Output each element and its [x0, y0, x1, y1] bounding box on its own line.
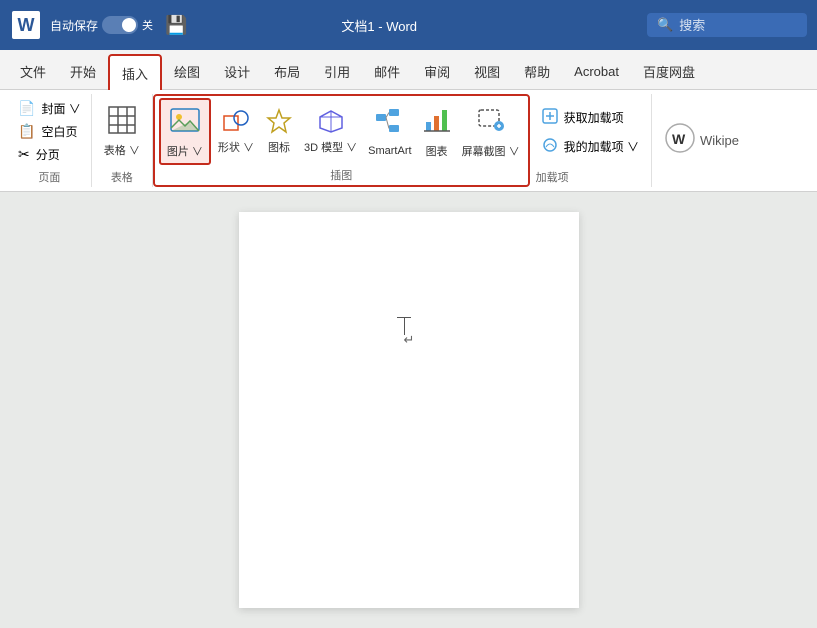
blank-page-button[interactable]: 📋 空白页 [14, 121, 85, 142]
smartart-icon [375, 106, 405, 143]
table-button[interactable]: 表格 ∨ [98, 101, 146, 162]
icon-icon [266, 108, 292, 138]
cursor-symbol: ↵ [404, 332, 415, 348]
autosave-toggle[interactable] [102, 16, 138, 34]
picture-button[interactable]: 图片 ∨ [159, 98, 211, 165]
table-icon [107, 105, 137, 140]
page-break-button[interactable]: ✂ 分页 [14, 144, 85, 165]
3dmodel-icon [318, 108, 344, 138]
word-logo-icon: W [12, 11, 40, 39]
word-logo: W [10, 9, 42, 41]
tab-file[interactable]: 文件 [8, 53, 58, 89]
picture-icon [169, 104, 201, 141]
tab-help[interactable]: 帮助 [512, 53, 562, 89]
group-table: 表格 ∨ 表格 [92, 94, 153, 187]
blank-label: 空白页 [41, 123, 77, 140]
smartart-button[interactable]: SmartArt [364, 102, 415, 161]
pages-items: 📄 封面 ∨ 📋 空白页 ✂ 分页 [14, 96, 85, 167]
shape-button[interactable]: 形状 ∨ [213, 105, 259, 158]
document-title: 文档1 - Word [119, 16, 639, 35]
get-addins-button[interactable]: 获取加载项 [536, 106, 645, 129]
tab-design[interactable]: 设计 [212, 53, 262, 89]
icon-button[interactable]: 图标 [261, 105, 297, 158]
tab-layout[interactable]: 布局 [262, 53, 312, 89]
get-addins-icon [542, 108, 558, 127]
ribbon-content: 📄 封面 ∨ 📋 空白页 ✂ 分页 页面 [0, 90, 817, 192]
group-addins: 获取加载项 我的加载项 ∨ 加载项 [530, 94, 652, 187]
tab-review[interactable]: 审阅 [412, 53, 462, 89]
break-icon: ✂ [18, 146, 30, 163]
my-addins-button[interactable]: 我的加载项 ∨ [536, 135, 645, 158]
ribbon-tabs: 文件 开始 插入 绘图 设计 布局 引用 邮件 审阅 视图 帮助 Acrobat… [0, 50, 817, 90]
svg-text:W: W [672, 131, 686, 147]
page-group-items: 📄 封面 ∨ 📋 空白页 ✂ 分页 [14, 98, 85, 165]
chart-label: 图表 [426, 143, 448, 159]
title-bar: W 自动保存 关 💾 文档1 - Word 🔍 [0, 0, 817, 50]
wikipedia-area: W Wikipe [652, 94, 747, 187]
chart-icon [422, 104, 452, 141]
illustrations-group-label: 插图 [330, 165, 352, 183]
table-items: 表格 ∨ [98, 96, 146, 167]
search-box[interactable]: 🔍 [647, 13, 807, 37]
document-area: ↵ [0, 192, 817, 628]
3dmodel-label: 3D 模型 ∨ [304, 139, 357, 155]
chart-button[interactable]: 图表 [418, 100, 456, 163]
screenshot-button[interactable]: 屏幕截图 ∨ [458, 100, 524, 163]
smartart-label: SmartArt [368, 145, 411, 157]
pages-group-label: 页面 [38, 167, 60, 185]
search-icon: 🔍 [657, 17, 673, 33]
group-illustrations: 图片 ∨ 形状 ∨ 图标 [153, 94, 530, 187]
3dmodel-button[interactable]: 3D 模型 ∨ [299, 105, 362, 158]
tab-insert[interactable]: 插入 [108, 54, 162, 90]
tab-draw[interactable]: 绘图 [162, 53, 212, 89]
shape-label: 形状 ∨ [218, 139, 254, 155]
wikipedia-label: Wikipe [700, 133, 739, 148]
cover-icon: 📄 [18, 100, 35, 117]
tab-view[interactable]: 视图 [462, 53, 512, 89]
toggle-knob [122, 18, 136, 32]
tab-references[interactable]: 引用 [312, 53, 362, 89]
group-pages: 📄 封面 ∨ 📋 空白页 ✂ 分页 页面 [8, 94, 92, 187]
my-addins-label: 我的加载项 ∨ [564, 138, 639, 155]
picture-label: 图片 ∨ [167, 143, 203, 159]
icon-label: 图标 [268, 139, 290, 155]
tab-acrobat[interactable]: Acrobat [562, 53, 631, 89]
table-group-label: 表格 [111, 167, 133, 185]
shape-icon [223, 108, 249, 138]
addins-group-label: 加载项 [536, 167, 569, 185]
break-label: 分页 [36, 146, 60, 163]
blank-icon: 📋 [18, 123, 35, 140]
wikipedia-icon[interactable]: W [660, 118, 700, 163]
screenshot-label: 屏幕截图 ∨ [462, 143, 520, 159]
document-page[interactable]: ↵ [239, 212, 579, 608]
illustrations-items: 图片 ∨ 形状 ∨ 图标 [159, 98, 524, 165]
tab-mail[interactable]: 邮件 [362, 53, 412, 89]
search-input[interactable] [679, 18, 779, 33]
get-addins-label: 获取加载项 [564, 109, 624, 126]
my-addins-icon [542, 137, 558, 156]
table-label: 表格 ∨ [104, 142, 140, 158]
tab-baiduyun[interactable]: 百度网盘 [631, 53, 707, 89]
cover-page-button[interactable]: 📄 封面 ∨ [14, 98, 85, 119]
tab-home[interactable]: 开始 [58, 53, 108, 89]
autosave-label: 自动保存 [50, 17, 98, 34]
cover-label: 封面 ∨ [41, 100, 80, 117]
screenshot-icon [476, 104, 506, 141]
